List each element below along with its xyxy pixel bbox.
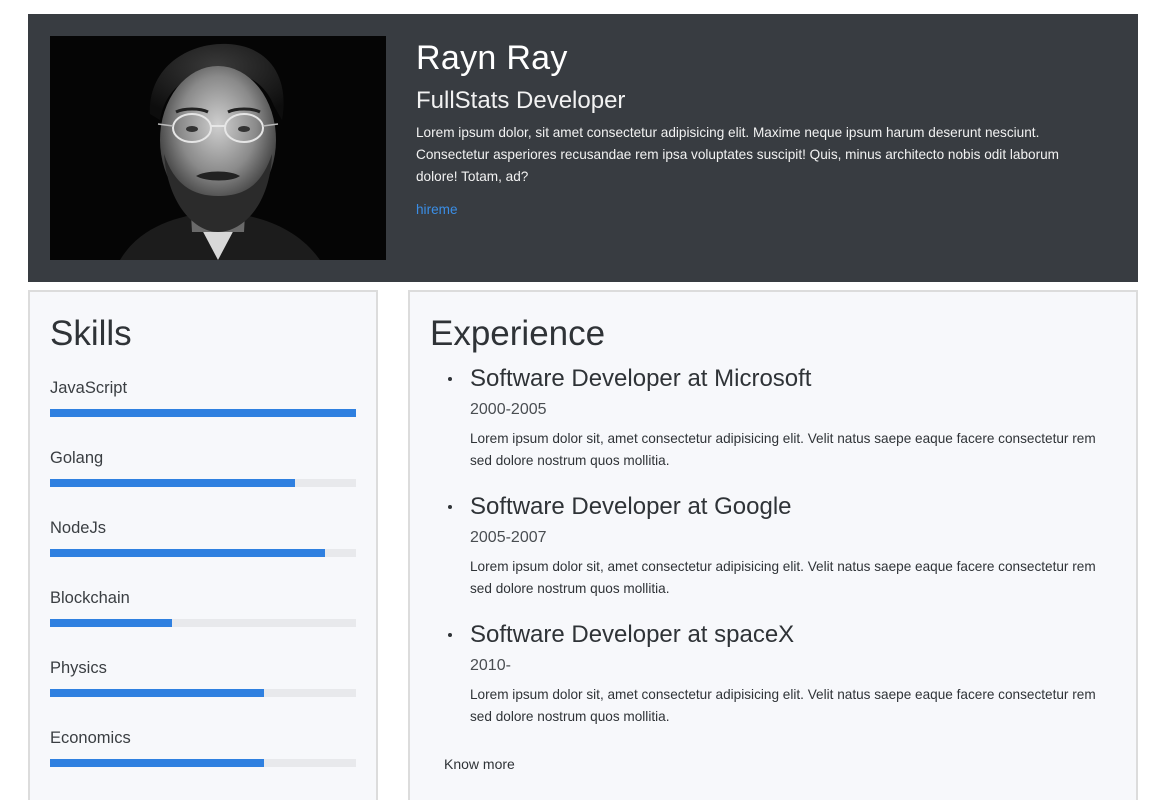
profile-bio: Lorem ipsum dolor, sit amet consectetur … — [416, 125, 1059, 184]
experience-years: 2000-2005 — [470, 401, 547, 418]
profile-name: Rayn Ray — [416, 39, 568, 77]
bullet-icon — [448, 377, 452, 381]
skills-title: Skills — [50, 314, 132, 353]
skill-progress-bar — [50, 549, 356, 557]
skill-item-blockchain: Blockchain — [50, 588, 356, 627]
experience-description: Lorem ipsum dolor sit, amet consectetur … — [470, 559, 1096, 596]
hire-me-link[interactable]: hireme — [416, 202, 458, 217]
experience-years: 2005-2007 — [470, 529, 547, 546]
skill-progress-fill — [50, 549, 326, 557]
portrait-image — [50, 36, 386, 260]
skill-progress-fill — [50, 689, 265, 697]
experience-description: Lorem ipsum dolor sit, amet consectetur … — [470, 687, 1096, 724]
experience-years: 2010- — [470, 657, 511, 674]
skill-progress-bar — [50, 689, 356, 697]
skill-label: Golang — [50, 449, 104, 467]
profile-role: FullStats Developer — [416, 87, 626, 114]
bullet-icon — [448, 505, 452, 509]
know-more-button[interactable]: Know more — [444, 756, 515, 772]
experience-item: Software Developer at Microsoft 2000-200… — [440, 364, 1100, 472]
skill-progress-bar — [50, 759, 356, 767]
skill-item-physics: Physics — [50, 658, 356, 697]
skill-item-economics: Economics — [50, 728, 356, 767]
profile-photo — [50, 36, 386, 260]
skill-label: JavaScript — [50, 379, 128, 397]
skill-progress-fill — [50, 409, 356, 417]
skill-item-golang: Golang — [50, 448, 356, 487]
skills-card: Skills JavaScript Golang NodeJs Blockcha… — [28, 290, 378, 800]
experience-item: Software Developer at spaceX 2010- Lorem… — [440, 620, 1100, 728]
experience-job-title: Software Developer at spaceX — [470, 621, 795, 648]
skill-progress-bar — [50, 619, 356, 627]
skill-label: Physics — [50, 659, 107, 677]
skill-progress-fill — [50, 759, 265, 767]
experience-job-title: Software Developer at Microsoft — [470, 365, 812, 392]
bullet-icon — [448, 633, 452, 637]
skill-progress-fill — [50, 479, 295, 487]
experience-item: Software Developer at Google 2005-2007 L… — [440, 492, 1100, 600]
skill-label: NodeJs — [50, 519, 106, 537]
skill-item-nodejs: NodeJs — [50, 518, 356, 557]
skill-progress-bar — [50, 409, 356, 417]
skill-label: Economics — [50, 729, 131, 747]
skill-label: Blockchain — [50, 589, 130, 607]
experience-card: Experience Software Developer at Microso… — [408, 290, 1138, 800]
skill-progress-fill — [50, 619, 173, 627]
skill-progress-bar — [50, 479, 356, 487]
profile-header: Rayn Ray FullStats Developer Lorem ipsum… — [28, 14, 1138, 282]
experience-title: Experience — [430, 314, 606, 353]
experience-job-title: Software Developer at Google — [470, 493, 792, 520]
profile-info: Rayn Ray FullStats Developer Lorem ipsum… — [416, 38, 1096, 219]
skill-item-javascript: JavaScript — [50, 378, 356, 417]
experience-description: Lorem ipsum dolor sit, amet consectetur … — [470, 431, 1096, 468]
experience-list: Software Developer at Microsoft 2000-200… — [440, 364, 1100, 748]
